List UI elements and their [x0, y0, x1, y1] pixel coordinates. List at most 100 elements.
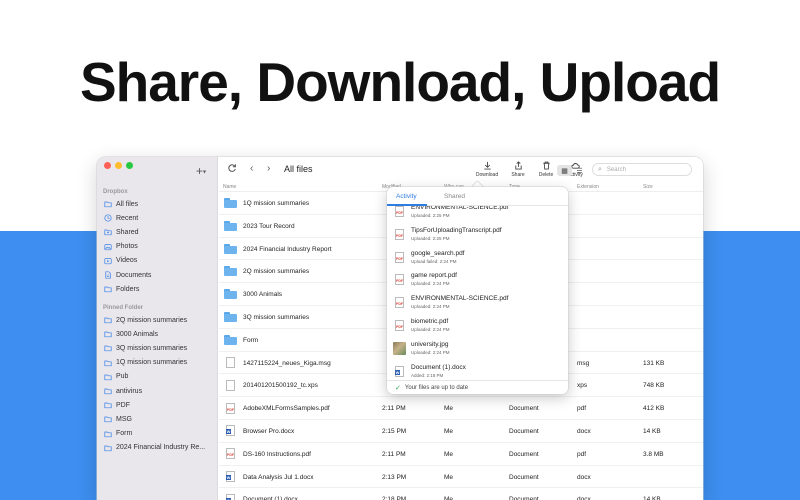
sidebar-item-form[interactable]: Form: [103, 427, 213, 441]
file-modified: 2:15 PM: [382, 427, 407, 435]
table-row[interactable]: Browser Pro.docx 2:15 PM Me Document docx 14 …: [219, 420, 703, 443]
file-name: 3000 Animals: [243, 291, 283, 299]
share-button[interactable]: Share: [503, 161, 533, 178]
back-icon[interactable]: ‹: [250, 163, 253, 174]
activity-item[interactable]: PDF google_search.pdf Upload failed: 2:24 …: [387, 246, 568, 269]
activity-item[interactable]: PDF game report.pdf Uploaded: 2:24 PM: [387, 268, 568, 291]
sidebar-item-recent[interactable]: Recent: [103, 211, 213, 225]
sidebar-item-3q-mission-summaries[interactable]: 3Q mission summaries: [103, 341, 213, 355]
close-window-button[interactable]: [104, 162, 111, 169]
activity-item[interactable]: PDF biometric.pdf Uploaded: 2:24 PM: [387, 314, 568, 337]
activity-file-name: TipsForUploadingTranscript.pdf: [411, 226, 502, 234]
xps-file-icon: [226, 379, 235, 391]
file-name: Document (1).docx: [243, 496, 298, 500]
file-size: 3.8 MB: [643, 450, 664, 458]
sidebar-item-1q-mission-summaries[interactable]: 1Q mission summaries: [103, 356, 213, 370]
add-button[interactable]: +▾: [196, 164, 206, 178]
sidebar-item-label: Documents: [116, 271, 152, 279]
table-row[interactable]: Data Analysis Jul 1.docx 2:13 PM Me Documen…: [219, 466, 703, 489]
file-ext: pdf: [577, 450, 587, 458]
activity-item[interactable]: university.jpg Uploaded: 2:24 PM: [387, 337, 568, 360]
sidebar-item-msg[interactable]: MSG: [103, 412, 213, 426]
file-name: 2Q mission summaries: [243, 268, 310, 276]
window-controls: [104, 162, 133, 169]
sync-status: ✓ Your files are up to date: [387, 380, 568, 394]
search-input[interactable]: ⌕ Search: [592, 163, 692, 176]
activity-item[interactable]: PDF TipsForUploadingTranscript.pdf Uploade…: [387, 223, 568, 246]
activity-file-name: google_search.pdf: [411, 249, 465, 257]
sidebar-item-3000-animals[interactable]: 3000 Animals: [103, 327, 213, 341]
chevron-down-icon: ▾: [203, 169, 207, 176]
activity-file-icon: [393, 365, 406, 378]
word-file-icon: [226, 471, 235, 483]
forward-icon[interactable]: ›: [267, 163, 270, 174]
activity-file-status: Uploaded: 2:25 PM: [411, 235, 450, 241]
activity-file-icon: PDF: [393, 273, 406, 286]
pdf-file-icon: PDF: [395, 319, 404, 331]
refresh-icon[interactable]: [227, 163, 237, 176]
activity-list[interactable]: PDF ENVIRONMENTAL-SCIENCE.pdf Uploaded: 2:…: [387, 206, 568, 380]
file-who: Me: [444, 473, 454, 481]
sidebar-item-label: Pub: [116, 373, 129, 381]
sidebar-item-label: 1Q mission summaries: [116, 359, 188, 367]
pdf-file-icon: PDF: [395, 274, 404, 286]
activity-file-status: Uploaded: 2:24 PM: [411, 304, 450, 310]
file-modified: 2:18 PM: [382, 496, 407, 500]
file-icon-cell: [224, 311, 237, 323]
zoom-window-button[interactable]: [126, 162, 133, 169]
pdf-file-icon: PDF: [395, 206, 404, 217]
sidebar-item-documents[interactable]: Documents: [103, 268, 213, 282]
pdf-file-icon: PDF: [226, 448, 235, 460]
download-button[interactable]: Download: [472, 161, 502, 178]
pdf-badge: PDF: [396, 233, 403, 238]
sidebar-item-all-files[interactable]: All files: [103, 197, 213, 211]
activity-file-icon: PDF: [393, 251, 406, 264]
activity-item[interactable]: Document (1).docxAdded: 2:18 PM: [387, 360, 568, 380]
tab-activity[interactable]: Activity: [396, 193, 417, 200]
sidebar-item-shared[interactable]: Shared: [103, 225, 213, 239]
sidebar-item-2024-financial-industry-re[interactable]: 2024 Financial Industry Re...: [103, 441, 213, 455]
column-size[interactable]: Size: [643, 184, 653, 190]
plus-icon: +: [196, 164, 204, 178]
table-row[interactable]: PDF AdobeXMLFormsSamples.pdf 2:11 PM Me Docu…: [219, 397, 703, 420]
activity-file-name: ENVIRONMENTAL-SCIENCE.pdf: [411, 206, 509, 211]
file-name: 2024 Financial Industry Report: [243, 245, 332, 253]
sidebar-item-label: Videos: [116, 257, 138, 265]
file-name: Data Analysis Jul 1.docx: [243, 473, 314, 481]
word-file-icon: [226, 493, 235, 500]
pdf-file-icon: PDF: [395, 228, 404, 240]
tab-shared[interactable]: Shared: [444, 193, 465, 200]
sidebar-item-antivirus[interactable]: antivirus: [103, 384, 213, 398]
sidebar-item-2q-mission-summaries[interactable]: 2Q mission summaries: [103, 313, 213, 327]
activity-file-status: Uploaded: 2:24 PM: [411, 326, 450, 332]
file-size: 131 KB: [643, 359, 665, 367]
folder-icon: [224, 311, 237, 322]
sidebar-item-pub[interactable]: Pub: [103, 370, 213, 384]
sidebar-item-photos[interactable]: Photos: [103, 240, 213, 254]
current-folder-title: All files: [284, 164, 313, 174]
list-view-icon[interactable]: ☰: [572, 165, 587, 176]
activity-file-status: Added: 2:18 PM: [411, 372, 444, 378]
activity-file-icon: [393, 341, 406, 355]
sidebar-item-folders[interactable]: Folders: [103, 282, 213, 296]
activity-file-icon: PDF: [393, 319, 406, 332]
activity-file-name: biometric.pdf: [411, 317, 449, 325]
file-name: Form: [243, 336, 259, 344]
pdf-file-icon: PDF: [226, 402, 235, 414]
sidebar-item-pdf[interactable]: PDF: [103, 398, 213, 412]
folder-icon: [103, 401, 112, 410]
minimize-window-button[interactable]: [115, 162, 122, 169]
activity-item[interactable]: PDF ENVIRONMENTAL-SCIENCE.pdf Uploaded: 2:…: [387, 291, 568, 314]
file-who: Me: [444, 450, 454, 458]
column-extension[interactable]: Extension: [577, 184, 599, 190]
activity-item[interactable]: PDF ENVIRONMENTAL-SCIENCE.pdf Uploaded: 2:…: [387, 206, 568, 223]
folder-icon: [224, 243, 237, 254]
folder-icon: [103, 443, 112, 452]
grid-view-icon[interactable]: ▦: [557, 165, 572, 176]
search-placeholder: Search: [606, 166, 626, 173]
folder-icon: [103, 200, 112, 209]
table-row[interactable]: Document (1).docx 2:18 PM Me Document docx 14…: [219, 488, 703, 500]
sidebar-item-videos[interactable]: Videos: [103, 254, 213, 268]
table-row[interactable]: PDF DS-160 Instructions.pdf 2:11 PM Me Docum…: [219, 443, 703, 466]
column-name[interactable]: Name: [223, 184, 236, 190]
